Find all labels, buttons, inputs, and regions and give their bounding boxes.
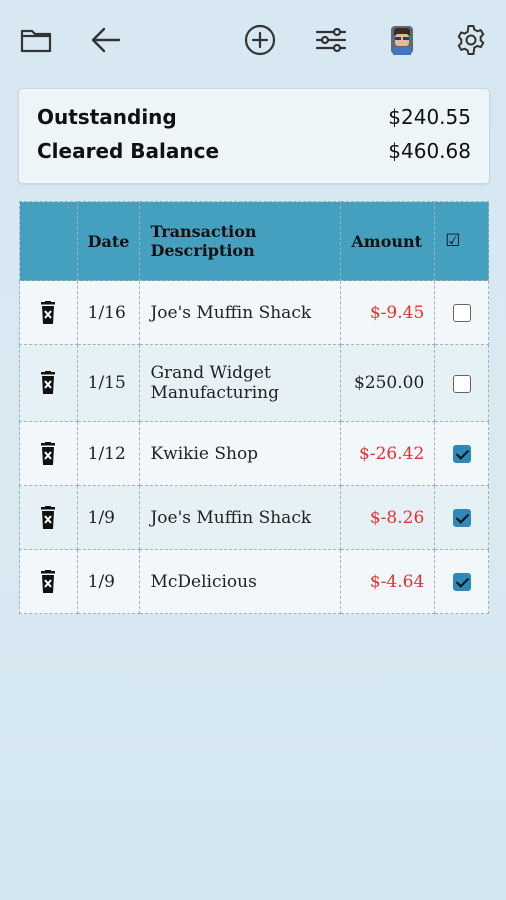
cleared-checkbox[interactable] [452,304,471,322]
date-cell[interactable]: 1/12 [76,421,141,486]
date-cell[interactable]: 1/15 [76,344,141,422]
cleared-checkbox[interactable] [452,573,471,591]
date-cell[interactable]: 1/9 [76,485,141,550]
cleared-cell [434,485,489,550]
cleared-cell [434,344,489,422]
cleared-balance-label: Cleared Balance [37,139,220,163]
description-cell[interactable]: Joe's Muffin Shack [139,280,342,345]
cleared-checkbox[interactable] [452,509,471,527]
outstanding-label: Outstanding [37,105,177,129]
delete-icon[interactable] [38,441,58,465]
delete-cell [19,549,78,614]
cleared-cell [434,549,489,614]
back-arrow-icon[interactable] [88,22,124,58]
table-row: 1/15 Grand Widget Manufacturing $250.00 [19,344,489,422]
delete-icon[interactable] [38,371,58,394]
amount-cell[interactable]: $250.00 [340,344,436,422]
filter-sliders-icon[interactable] [313,22,349,58]
delete-icon[interactable] [38,569,58,593]
date-cell[interactable]: 1/16 [76,280,141,345]
delete-cell [19,421,78,486]
outstanding-row: Outstanding $240.55 [37,102,471,132]
header-date[interactable]: Date [76,201,141,281]
delete-cell [19,344,78,422]
cleared-cell [434,280,489,345]
amount-cell[interactable]: $-9.45 [340,280,436,345]
amount-cell[interactable]: $-4.64 [340,549,436,614]
cleared-balance-row: Cleared Balance $460.68 [37,136,471,166]
balance-summary-card: Outstanding $240.55 Cleared Balance $460… [18,88,490,184]
header-cleared[interactable]: ☑ [434,201,489,281]
add-circle-icon[interactable] [242,22,278,58]
description-cell[interactable]: Grand Widget Manufacturing [139,344,342,422]
amount-cell[interactable]: $-26.42 [340,421,436,486]
header-amount[interactable]: Amount [340,201,436,281]
description-cell[interactable]: Kwikie Shop [139,421,342,486]
table-row: 1/9 Joe's Muffin Shack $-8.26 [19,485,489,550]
amount-cell[interactable]: $-8.26 [340,485,436,550]
table-row: 1/9 McDelicious $-4.64 [19,549,489,614]
transactions-table: Date Transaction Description Amount ☑ 1/… [19,201,489,614]
delete-icon[interactable] [38,505,58,529]
delete-icon[interactable] [38,300,58,324]
table-header-row: Date Transaction Description Amount ☑ [19,201,489,281]
settings-gear-icon[interactable] [453,22,489,58]
folder-icon[interactable] [18,22,54,58]
profile-avatar[interactable] [384,22,420,58]
delete-cell [19,485,78,550]
description-cell[interactable]: Joe's Muffin Shack [139,485,342,550]
outstanding-value: $240.55 [388,105,471,129]
description-cell[interactable]: McDelicious [139,549,342,614]
cleared-checkbox[interactable] [452,445,471,463]
table-row: 1/12 Kwikie Shop $-26.42 [19,421,489,486]
cleared-cell [434,421,489,486]
table-row: 1/16 Joe's Muffin Shack $-9.45 [19,280,489,345]
toolbar [0,0,506,80]
cleared-checkbox[interactable] [452,374,471,393]
header-description[interactable]: Transaction Description [139,201,342,281]
delete-cell [19,280,78,345]
header-delete [19,201,78,281]
date-cell[interactable]: 1/9 [76,549,141,614]
cleared-balance-value: $460.68 [388,139,471,163]
header-cleared-symbol: ☑ [445,231,461,251]
